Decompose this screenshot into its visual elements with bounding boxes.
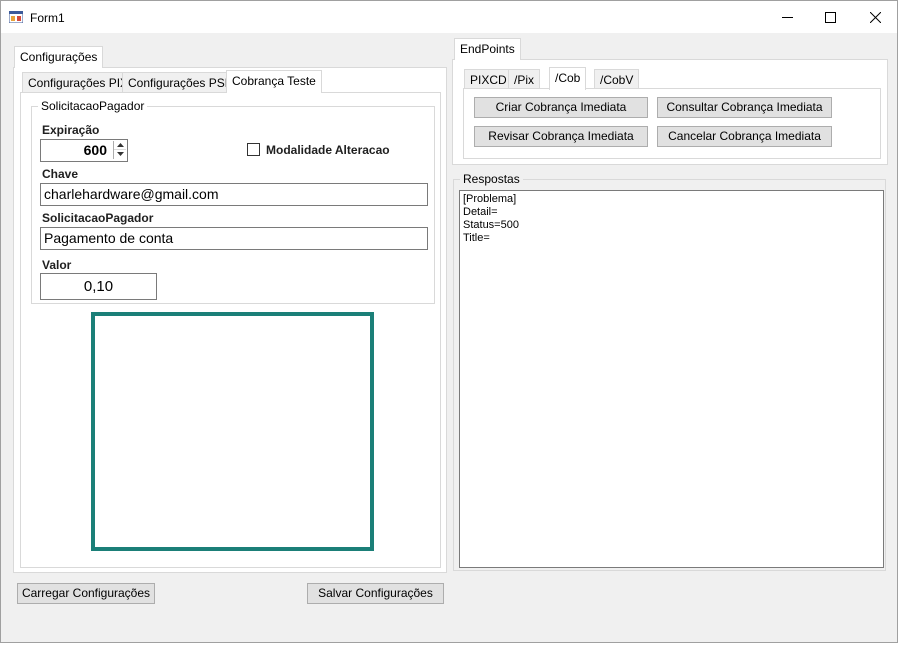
tab-pixcd-label: PIXCD: [470, 73, 507, 87]
tab-pix-label: /Pix: [514, 73, 535, 87]
tab-configuracoes-pix-label: Configurações PIX: [28, 76, 129, 90]
modalidade-alteracao-label: Modalidade Alteracao: [266, 143, 390, 157]
cancelar-cobranca-button[interactable]: Cancelar Cobrança Imediata: [657, 126, 832, 147]
tab-cobranca-teste-label: Cobrança Teste: [232, 74, 316, 88]
tab-configuracoes-psp[interactable]: Configurações PSP: [122, 72, 239, 92]
app-icon: [9, 11, 23, 23]
close-icon: [870, 12, 881, 23]
chevron-up-icon: [117, 143, 124, 147]
expiracao-stepper[interactable]: 600: [40, 139, 128, 162]
minimize-icon: [782, 17, 793, 18]
window-title: Form1: [30, 11, 65, 25]
respostas-legend: Respostas: [460, 172, 523, 186]
solicitacao-pagador-group: SolicitacaoPagador Expiração 600 Modalid…: [31, 99, 435, 304]
valor-input[interactable]: 0,10: [40, 273, 157, 300]
chave-label: Chave: [42, 167, 79, 181]
carregar-configuracoes-button[interactable]: Carregar Configurações: [17, 583, 155, 604]
criar-cobranca-button[interactable]: Criar Cobrança Imediata: [474, 97, 648, 118]
spin-down-button[interactable]: [114, 150, 126, 159]
valor-label: Valor: [42, 258, 72, 272]
chave-input[interactable]: charlehardware@gmail.com: [40, 183, 428, 206]
tab-configuracoes-psp-label: Configurações PSP: [128, 76, 233, 90]
tab-pixcd[interactable]: PIXCD: [464, 69, 513, 89]
tab-configuracoes[interactable]: Configurações: [14, 46, 104, 68]
minimize-button[interactable]: [765, 1, 811, 33]
tab-cobv[interactable]: /CobV: [594, 69, 640, 89]
tab-configuracoes-pix[interactable]: Configurações PIX: [22, 72, 135, 92]
cobranca-teste-panel: SolicitacaoPagador Expiração 600 Modalid…: [20, 92, 441, 568]
revisar-cobranca-button[interactable]: Revisar Cobrança Imediata: [474, 126, 648, 147]
tab-configuracoes-label: Configurações: [20, 50, 98, 64]
expiracao-label: Expiração: [42, 123, 100, 137]
tab-cobv-label: /CobV: [600, 73, 634, 87]
cob-panel: Criar Cobrança Imediata Consultar Cobran…: [463, 88, 881, 159]
expiracao-value: 600: [83, 142, 107, 158]
maximize-icon: [825, 12, 836, 23]
solicitacao-pagador-label: SolicitacaoPagador: [42, 211, 154, 225]
tab-cob[interactable]: /Cob: [549, 67, 587, 90]
tab-cob-label: /Cob: [555, 71, 581, 85]
solicitacao-pagador-input[interactable]: Pagamento de conta: [40, 227, 428, 250]
tab-endpoints-label: EndPoints: [460, 42, 515, 56]
tab-cobranca-teste[interactable]: Cobrança Teste: [226, 70, 322, 93]
respostas-group: Respostas [Problema] Detail= Status=500 …: [453, 172, 886, 571]
tab-pix[interactable]: /Pix: [508, 69, 541, 89]
consultar-cobranca-button[interactable]: Consultar Cobrança Imediata: [657, 97, 832, 118]
maximize-button[interactable]: [808, 1, 854, 33]
title-bar: Form1: [1, 1, 897, 33]
configuracoes-panel: Configurações PIX Configurações PSP Cobr…: [13, 67, 447, 573]
expiracao-spin: [113, 141, 126, 159]
main-window: Form1 Configurações Configurações PIX Co…: [0, 0, 898, 643]
close-button[interactable]: [853, 1, 899, 33]
endpoints-panel: PIXCD /Pix /Cob /CobV Criar Cobrança Ime…: [452, 59, 888, 165]
modalidade-alteracao-checkbox[interactable]: [247, 143, 260, 156]
group-legend: SolicitacaoPagador: [38, 99, 148, 113]
respostas-textarea[interactable]: [Problema] Detail= Status=500 Title=: [459, 190, 884, 568]
salvar-configuracoes-button[interactable]: Salvar Configurações: [307, 583, 444, 604]
qr-code-picture: [91, 312, 374, 551]
tab-endpoints[interactable]: EndPoints: [454, 38, 521, 60]
chevron-down-icon: [117, 152, 124, 156]
spin-up-button[interactable]: [114, 141, 126, 150]
